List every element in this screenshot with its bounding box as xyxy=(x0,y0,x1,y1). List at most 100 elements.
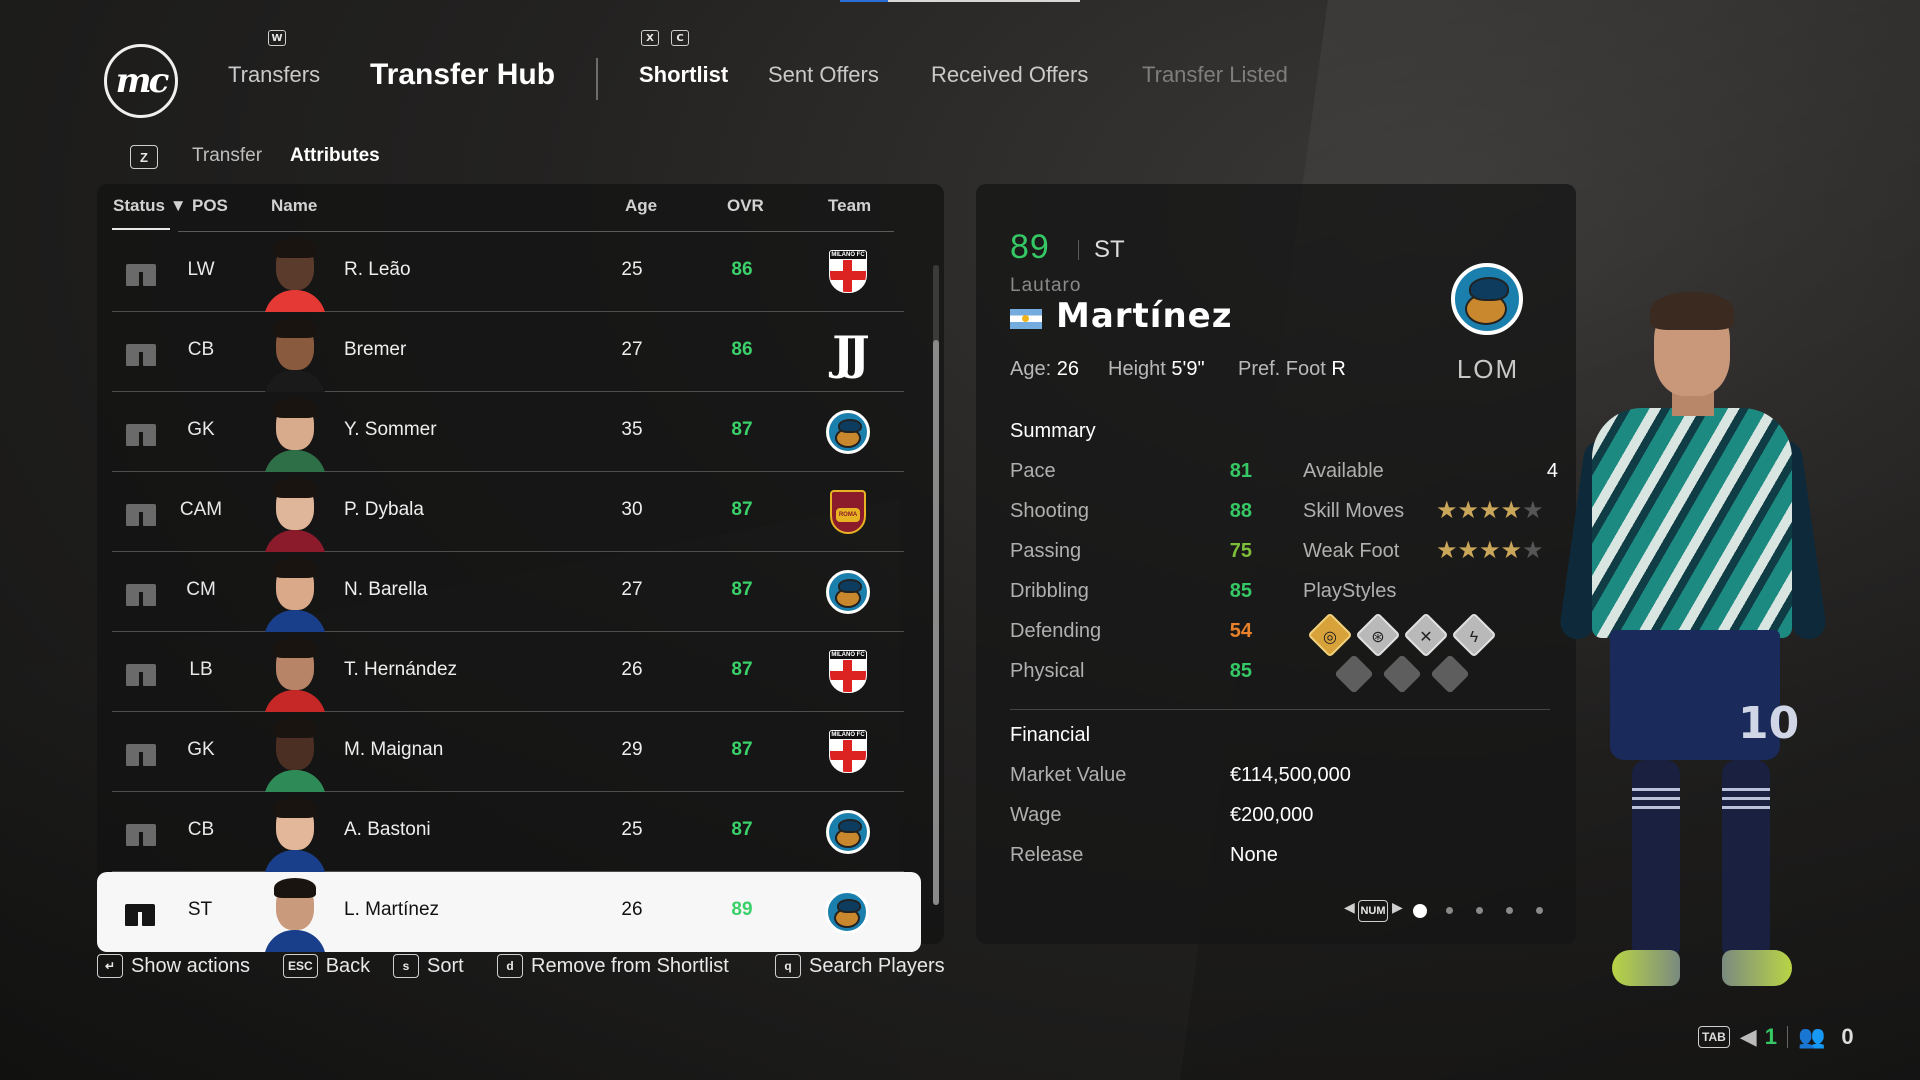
table-row[interactable]: CAM P. Dybala 30 87 ROMA xyxy=(112,472,904,552)
s-key-icon: s xyxy=(393,954,419,978)
tab-shortlist[interactable]: Shortlist xyxy=(639,62,728,88)
player-portrait xyxy=(262,712,328,792)
column-header-team[interactable]: Team xyxy=(828,196,871,216)
friends-count: 0 xyxy=(1841,1024,1854,1049)
search-players-button[interactable]: q Search Players xyxy=(775,954,945,978)
stat-label: Passing xyxy=(1010,540,1082,562)
table-row[interactable]: CB A. Bastoni 25 87 xyxy=(112,792,904,872)
manager-career-logo: mc xyxy=(104,44,178,118)
page-dot[interactable] xyxy=(1413,904,1427,918)
column-header-age[interactable]: Age xyxy=(625,196,657,216)
tab-sent-offers[interactable]: Sent Offers xyxy=(768,62,879,88)
page-dot[interactable] xyxy=(1476,907,1483,914)
player-ovr-cell: 87 xyxy=(731,499,753,520)
player-ovr-cell: 87 xyxy=(731,419,753,440)
stat-value: 81 xyxy=(1229,460,1252,482)
stat-label: Dribbling xyxy=(1010,580,1089,602)
show-actions-button[interactable]: ↵ Show actions xyxy=(97,954,250,978)
player-name: P. Dybala xyxy=(344,499,424,520)
remove-from-shortlist-button[interactable]: d Remove from Shortlist xyxy=(497,954,729,978)
player-portrait xyxy=(262,792,328,872)
player-portrait xyxy=(262,472,328,552)
summary-title: Summary xyxy=(1010,420,1096,442)
player-age-cell: 25 xyxy=(621,259,643,280)
player-portrait xyxy=(262,632,328,712)
star-icon: ★ xyxy=(1500,497,1523,524)
player-preferred-foot: Pref. Foot R xyxy=(1238,358,1346,380)
sort-desc-icon: ▼ xyxy=(164,196,187,215)
star-icon: ★ xyxy=(1457,497,1480,524)
player-name: N. Barella xyxy=(344,579,428,600)
column-header-name[interactable]: Name xyxy=(271,196,317,216)
back-button[interactable]: ESC Back xyxy=(283,954,370,978)
table-row[interactable]: LB T. Hernández 26 87 MILANO FC xyxy=(112,632,904,712)
player-age-cell: 26 xyxy=(621,899,643,920)
binoculars-icon xyxy=(124,658,158,686)
chevron-left-icon[interactable]: ◀ xyxy=(1344,899,1355,916)
table-row[interactable]: GK M. Maignan 29 87 MILANO FC xyxy=(112,712,904,792)
table-row[interactable]: CB Bremer 27 86 JJ xyxy=(112,312,904,392)
player-pos: GK xyxy=(187,739,215,760)
player-ovr-cell: 86 xyxy=(731,339,753,360)
subtab-attributes[interactable]: Attributes xyxy=(290,145,380,167)
binoculars-icon xyxy=(123,898,157,926)
page-dot[interactable] xyxy=(1446,907,1453,914)
player-name: A. Bastoni xyxy=(344,819,431,840)
column-header-pos[interactable]: POS xyxy=(192,196,228,216)
playstyles-label: PlayStyles xyxy=(1303,580,1397,602)
key-hint-num: NUM xyxy=(1358,900,1388,922)
kit-number: 10 xyxy=(1738,698,1800,749)
player-ovr-cell: 87 xyxy=(731,819,753,840)
binoculars-icon xyxy=(124,738,158,766)
available-value: 4 xyxy=(1546,460,1558,482)
binoculars-icon xyxy=(124,578,158,606)
page-dot[interactable] xyxy=(1536,907,1543,914)
player-name: T. Hernández xyxy=(344,659,458,680)
table-row[interactable]: ST L. Martínez 26 89 xyxy=(97,872,921,952)
available-label: Available xyxy=(1303,460,1384,482)
tab-transfer-listed[interactable]: Transfer Listed xyxy=(1142,62,1288,88)
scrollbar-thumb[interactable] xyxy=(933,340,939,905)
player-age-cell: 27 xyxy=(621,579,643,600)
player-pos: ST xyxy=(187,899,213,920)
table-row[interactable]: GK Y. Sommer 35 87 xyxy=(112,392,904,472)
star-icon: ★ xyxy=(1479,497,1501,524)
chevron-right-icon[interactable]: ▶ xyxy=(1392,899,1403,916)
nav-transfers[interactable]: Transfers xyxy=(228,62,320,88)
friends-icon: 👥 xyxy=(1797,1024,1826,1049)
wage-label: Wage xyxy=(1010,804,1062,826)
star-icon: ★ xyxy=(1522,497,1544,524)
player-portrait xyxy=(262,872,328,952)
player-pos: CB xyxy=(187,339,215,360)
corner-divider xyxy=(1786,1026,1788,1048)
online-count: 1 xyxy=(1764,1024,1777,1049)
key-hint-x: X xyxy=(641,30,659,46)
table-row[interactable]: CM N. Barella 27 87 xyxy=(112,552,904,632)
nav-separator xyxy=(596,58,598,100)
player-pos: CB xyxy=(187,819,215,840)
tab-received-offers[interactable]: Received Offers xyxy=(931,62,1088,88)
player-age-cell: 27 xyxy=(621,339,643,360)
sort-indicator-underline xyxy=(112,228,170,230)
player-portrait xyxy=(262,552,328,632)
player-age: Age: 26 xyxy=(1010,358,1079,380)
star-icon: ★ xyxy=(1457,537,1480,564)
key-hint-z: Z xyxy=(130,145,158,169)
column-header-ovr[interactable]: OVR xyxy=(727,196,764,216)
page-dot[interactable] xyxy=(1506,907,1513,914)
table-row[interactable]: LW R. Leão 25 86 MILANO FC xyxy=(112,232,904,312)
stat-label: Defending xyxy=(1010,620,1102,642)
roma-crest-icon: ROMA xyxy=(825,490,871,536)
player-portrait xyxy=(262,232,328,312)
nav-transfer-hub[interactable]: Transfer Hub xyxy=(370,58,555,92)
sort-button[interactable]: s Sort xyxy=(393,954,464,978)
stat-value: 75 xyxy=(1229,540,1252,562)
player-age-cell: 35 xyxy=(621,419,643,440)
skill-moves-stars: ★★★★★ xyxy=(1436,496,1544,525)
column-header-status[interactable]: Status ▼ xyxy=(113,196,187,216)
club-crest-icon xyxy=(1451,263,1523,335)
financial-title: Financial xyxy=(1010,724,1091,746)
lom-crest-icon xyxy=(825,410,871,456)
subtab-transfer[interactable]: Transfer xyxy=(192,145,262,167)
section-divider xyxy=(1010,709,1550,710)
